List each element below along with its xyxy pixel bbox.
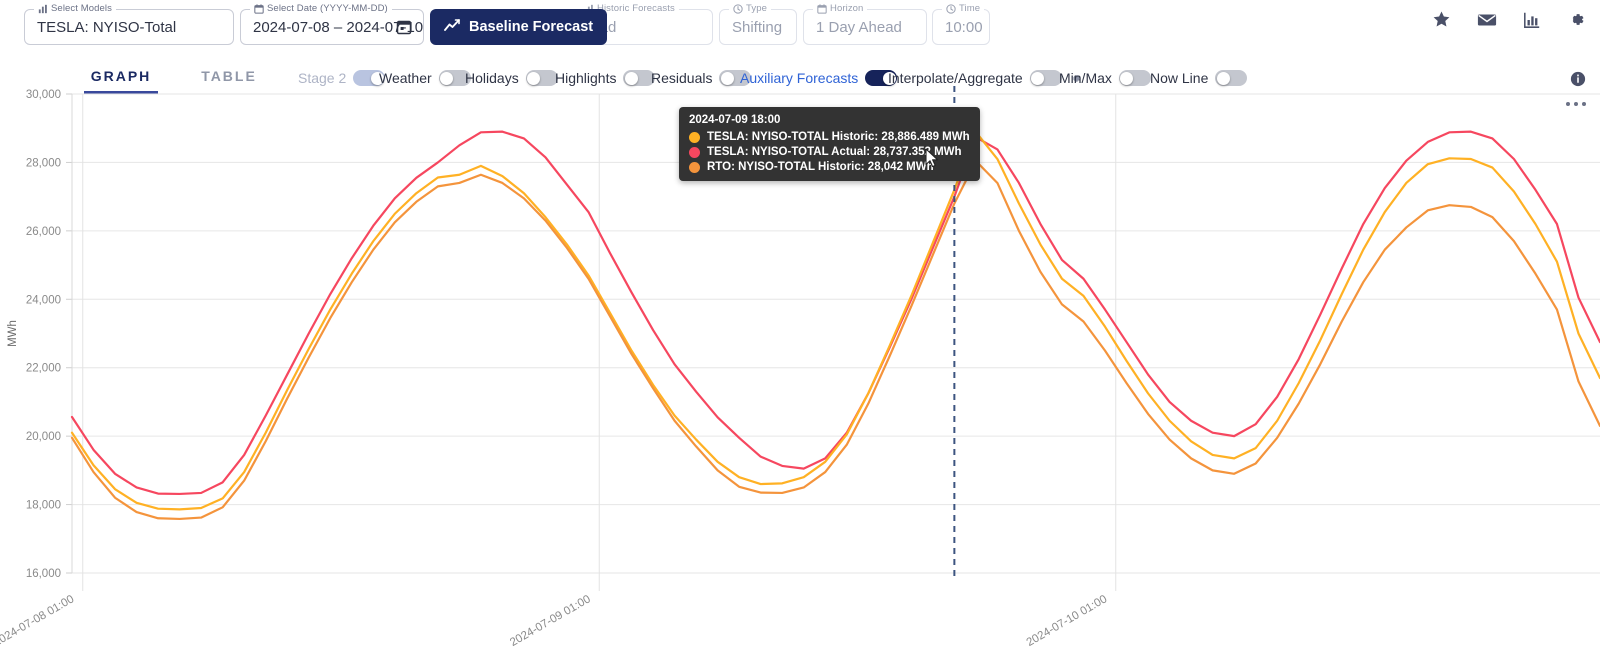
tab-label: TABLE bbox=[201, 68, 257, 84]
toggle-label-holidays: Holidays bbox=[465, 70, 519, 86]
toggle-group-auxiliary-forecasts: Auxiliary Forecasts bbox=[740, 70, 898, 86]
series-line[interactable] bbox=[70, 130, 1600, 496]
field-legend-text: Historic Forecasts bbox=[597, 3, 675, 14]
trend-line-icon bbox=[444, 18, 461, 36]
x-axis-tick-label: 2024-07-09 01:00 bbox=[508, 593, 593, 649]
top-toolbar: Select Models TESLA: NYISO-Total Select Da… bbox=[0, 0, 1600, 55]
clock-icon bbox=[733, 3, 743, 14]
series-color-dot bbox=[689, 161, 700, 173]
field-legend-text: Horizon bbox=[830, 3, 864, 14]
toggle-label-highlights: Highlights bbox=[555, 70, 617, 86]
toolbar-field-select-models[interactable]: Select Models TESLA: NYISO-Total bbox=[24, 3, 234, 45]
tooltip-row: TESLA: NYISO-TOTAL Historic: 28,886.489 … bbox=[689, 131, 970, 143]
bar-chart-icon bbox=[38, 4, 48, 14]
field-value: TESLA: NYISO-Total bbox=[37, 18, 177, 36]
y-axis-tick-label: 28,000 bbox=[26, 157, 61, 169]
more-options-icon[interactable] bbox=[1566, 102, 1586, 106]
baseline-forecast-label: Baseline Forecast bbox=[469, 19, 594, 35]
toggle-switch-interpolate-aggregate[interactable] bbox=[1029, 70, 1062, 86]
tab-label: GRAPH bbox=[90, 68, 152, 84]
baseline-forecast-button[interactable]: Baseline Forecast bbox=[430, 9, 608, 45]
field-legend-text: Time bbox=[959, 3, 981, 14]
y-axis-tick-label: 18,000 bbox=[26, 500, 61, 512]
toggle-switch-holidays[interactable] bbox=[525, 70, 558, 86]
field-value: 1 Day Ahead bbox=[816, 18, 902, 36]
field-legend: Horizon bbox=[813, 3, 868, 14]
series-color-dot bbox=[689, 131, 700, 143]
toggle-knob bbox=[1216, 71, 1230, 85]
field-legend: Type bbox=[729, 3, 771, 14]
toolbar-field-time: Time 10:00 bbox=[932, 3, 990, 45]
toggle-label-weather: Weather bbox=[379, 70, 432, 86]
toggle-group-now-line: Now Line bbox=[1150, 70, 1248, 86]
toggle-label-residuals: Residuals bbox=[651, 70, 713, 86]
x-axis-tick-label: 2024-07-08 01:00 bbox=[0, 593, 76, 649]
toggle-knob bbox=[1120, 71, 1134, 85]
toggle-knob bbox=[1031, 71, 1045, 85]
tooltip-series-value: TESLA: NYISO-TOTAL Historic: 28,886.489 … bbox=[707, 131, 970, 143]
series-line[interactable] bbox=[70, 131, 1600, 511]
toolbar-icon-group bbox=[1432, 10, 1586, 29]
envelope-icon[interactable] bbox=[1477, 12, 1497, 28]
calendar-icon bbox=[254, 3, 264, 14]
y-axis-tick-label: 26,000 bbox=[26, 226, 61, 238]
toggle-label-stage-2: Stage 2 bbox=[298, 70, 347, 86]
field-legend-text: Select Models bbox=[51, 3, 112, 14]
clock-icon bbox=[946, 3, 956, 14]
toggle-switch-min-max[interactable] bbox=[1118, 70, 1151, 86]
toolbar-field-type: Type Shifting bbox=[719, 3, 797, 45]
field-legend: Time bbox=[942, 3, 985, 14]
toggle-group-interpolate-aggregate: Interpolate/Aggregate bbox=[888, 70, 1082, 86]
toggle-label-min-max: Min/Max bbox=[1059, 70, 1112, 86]
toggle-label-auxiliary-forecasts: Auxiliary Forecasts bbox=[740, 70, 859, 86]
star-icon[interactable] bbox=[1432, 10, 1451, 29]
y-axis-tick-label: 22,000 bbox=[26, 363, 61, 375]
series-color-dot bbox=[689, 146, 700, 158]
x-axis-tick-label: 2024-07-10 01:00 bbox=[1025, 593, 1110, 649]
y-axis-tick-label: 20,000 bbox=[26, 431, 61, 443]
series-line[interactable] bbox=[70, 159, 1600, 521]
tooltip-series-value: RTO: NYISO-TOTAL Historic: 28,042 MWh bbox=[707, 161, 934, 173]
toggle-label-now-line: Now Line bbox=[1150, 70, 1209, 86]
toggle-group-weather: Weather bbox=[379, 70, 471, 86]
mouse-cursor bbox=[925, 148, 941, 175]
field-value: Shifting bbox=[732, 18, 783, 36]
y-axis-tick-label: 16,000 bbox=[26, 568, 61, 580]
calendar-icon bbox=[817, 3, 827, 14]
toggle-knob bbox=[527, 71, 541, 85]
toggle-group-min-max: Min/Max bbox=[1059, 70, 1151, 86]
field-legend-text: Type bbox=[746, 3, 767, 14]
bar-chart-icon[interactable] bbox=[1523, 11, 1541, 29]
toggle-group-residuals: Residuals bbox=[651, 70, 752, 86]
calendar-picker-icon[interactable] bbox=[396, 19, 412, 40]
field-legend: Select Models bbox=[34, 3, 116, 14]
forecast-dashboard: Select Models TESLA: NYISO-Total Select Da… bbox=[0, 0, 1600, 651]
toggle-switch-now-line[interactable] bbox=[1215, 70, 1248, 86]
toggle-group-stage-2: Stage 2 bbox=[298, 70, 386, 86]
toolbar-field-select-date-yyyy-mm-dd[interactable]: Select Date (YYYY-MM-DD) 2024-07-08 – 202… bbox=[240, 3, 424, 45]
tooltip-timestamp: 2024-07-09 18:00 bbox=[689, 114, 781, 126]
gear-icon[interactable] bbox=[1567, 10, 1586, 29]
info-circle-icon[interactable] bbox=[1570, 71, 1586, 87]
y-axis-title: MWh bbox=[7, 320, 19, 347]
toggle-knob bbox=[720, 71, 734, 85]
field-legend-text: Select Date (YYYY-MM-DD) bbox=[267, 3, 388, 14]
toggle-group-highlights: Highlights bbox=[555, 70, 656, 86]
field-value: 10:00 bbox=[945, 18, 983, 36]
toggle-label-interpolate-aggregate: Interpolate/Aggregate bbox=[888, 70, 1023, 86]
y-axis-tick-label: 30,000 bbox=[26, 89, 61, 101]
toggle-knob bbox=[440, 71, 454, 85]
y-axis-tick-label: 24,000 bbox=[26, 294, 61, 306]
toggle-group-holidays: Holidays bbox=[465, 70, 558, 86]
field-legend: Select Date (YYYY-MM-DD) bbox=[250, 3, 392, 14]
toggle-knob bbox=[624, 71, 638, 85]
tooltip-series-value: TESLA: NYISO-TOTAL Actual: 28,737.352 MW… bbox=[707, 146, 962, 158]
toolbar-field-horizon: Horizon 1 Day Ahead bbox=[803, 3, 927, 45]
